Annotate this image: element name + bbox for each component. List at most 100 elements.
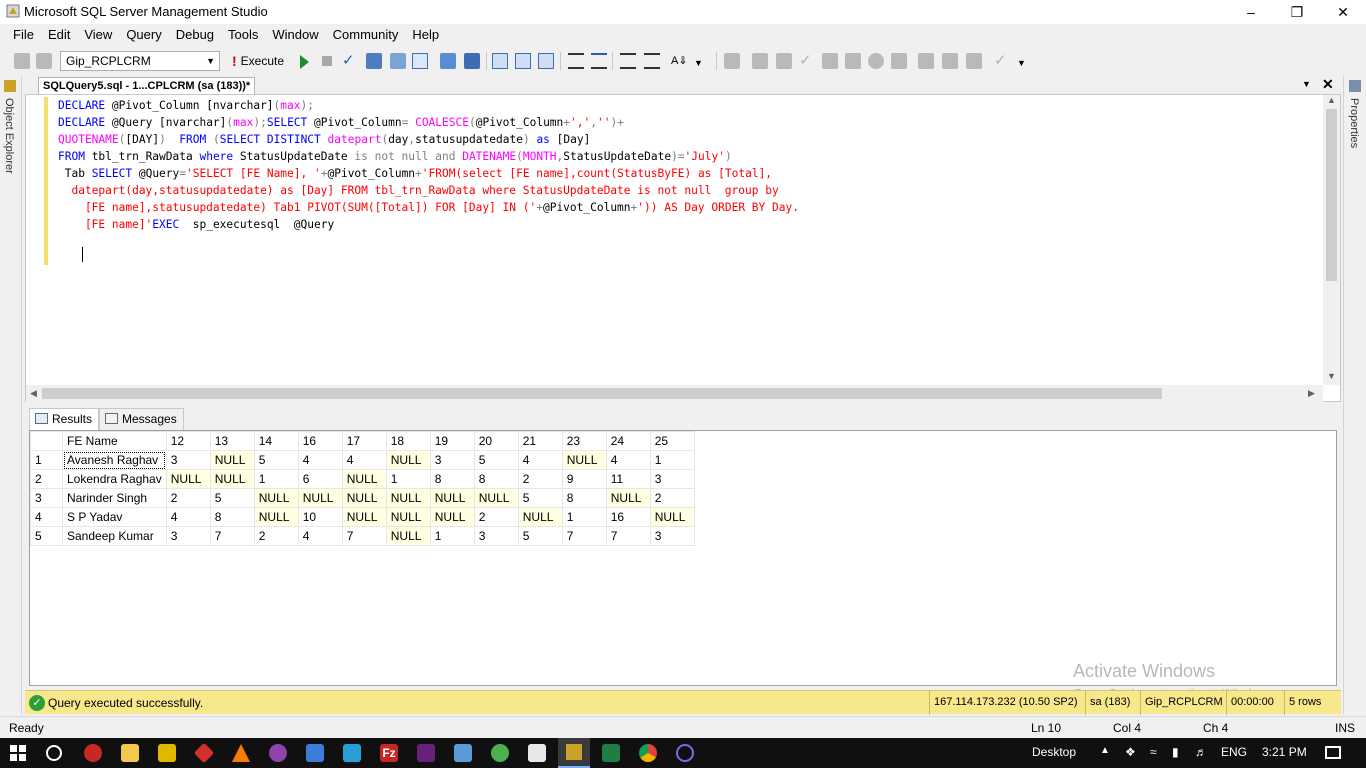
- app-record-icon[interactable]: [84, 744, 102, 762]
- day-value-cell[interactable]: 1: [561, 507, 607, 527]
- results-grid-area[interactable]: FE Name 12 13 14 16 17 18 19 20 21 23 24 25 1 Avanesh…: [29, 430, 1337, 686]
- debug-play-icon[interactable]: [300, 55, 309, 69]
- day-value-cell[interactable]: 2: [253, 526, 299, 546]
- day-value-cell[interactable]: NULL: [385, 507, 431, 527]
- dropbox-icon[interactable]: ❖: [1125, 745, 1136, 759]
- minimize-button[interactable]: –: [1228, 0, 1274, 24]
- menu-edit[interactable]: Edit: [41, 24, 77, 46]
- language-indicator[interactable]: ENG: [1221, 745, 1247, 759]
- day-value-cell[interactable]: 3: [649, 526, 695, 546]
- include-plan-icon[interactable]: [440, 53, 456, 69]
- day-value-cell[interactable]: NULL: [517, 507, 563, 527]
- day-value-cell[interactable]: 7: [209, 526, 255, 546]
- close-window-button[interactable]: ✕: [1320, 0, 1366, 24]
- grid-column-header[interactable]: 16: [297, 431, 343, 451]
- day-value-cell[interactable]: NULL: [385, 450, 431, 470]
- chrome-icon[interactable]: [639, 744, 657, 762]
- close-tab-icon[interactable]: ✕: [1322, 76, 1334, 93]
- grid-column-header[interactable]: 23: [561, 431, 607, 451]
- visual-studio-icon[interactable]: [417, 744, 435, 762]
- app-green-icon[interactable]: [491, 744, 509, 762]
- menu-view[interactable]: View: [77, 24, 119, 46]
- day-value-cell[interactable]: NULL: [253, 488, 299, 508]
- grid-column-header[interactable]: 12: [165, 431, 211, 451]
- app-red-icon[interactable]: [193, 742, 215, 764]
- clock[interactable]: 3:21 PM: [1262, 745, 1307, 759]
- day-value-cell[interactable]: NULL: [297, 488, 343, 508]
- day-value-cell[interactable]: 8: [429, 469, 475, 489]
- day-value-cell[interactable]: NULL: [209, 469, 255, 489]
- scroll-thumb[interactable]: [42, 388, 1162, 399]
- fe-name-cell[interactable]: Avanesh Raghav: [62, 450, 167, 470]
- grid-corner-header[interactable]: [30, 431, 63, 451]
- menu-tools[interactable]: Tools: [221, 24, 265, 46]
- row-number[interactable]: 2: [30, 469, 63, 489]
- day-value-cell[interactable]: NULL: [165, 469, 211, 489]
- day-value-cell[interactable]: 8: [561, 488, 607, 508]
- day-value-cell[interactable]: 1: [429, 526, 475, 546]
- day-value-cell[interactable]: 5: [209, 488, 255, 508]
- day-value-cell[interactable]: 4: [605, 450, 651, 470]
- database-select[interactable]: Gip_RCPLCRM ▼: [60, 51, 220, 71]
- desktop-toolbar-label[interactable]: Desktop: [1032, 745, 1076, 759]
- properties-label[interactable]: Properties: [1348, 98, 1360, 148]
- comment-icon[interactable]: [568, 53, 584, 69]
- volume-icon[interactable]: ♬: [1195, 745, 1207, 759]
- grid-column-header[interactable]: 14: [253, 431, 299, 451]
- day-value-cell[interactable]: 1: [253, 469, 299, 489]
- day-value-cell[interactable]: 5: [517, 488, 563, 508]
- estimated-plan-icon[interactable]: [366, 53, 382, 69]
- table-row[interactable]: 2 Lokendra Raghav NULL NULL 1 6 NULL 1 8 8 2 9 11 3: [30, 469, 695, 489]
- day-value-cell[interactable]: 5: [517, 526, 563, 546]
- day-value-cell[interactable]: 1: [385, 469, 431, 489]
- day-value-cell[interactable]: 8: [473, 469, 519, 489]
- row-number[interactable]: 3: [30, 488, 63, 508]
- intellisense-icon[interactable]: [390, 53, 406, 69]
- day-value-cell[interactable]: 2: [165, 488, 211, 508]
- day-value-cell[interactable]: NULL: [253, 507, 299, 527]
- table-row[interactable]: 3 Narinder Singh 2 5 NULL NULL NULL NULL NULL NUL…: [30, 488, 695, 508]
- scroll-thumb[interactable]: [1326, 109, 1337, 281]
- day-value-cell[interactable]: 3: [429, 450, 475, 470]
- row-number[interactable]: 4: [30, 507, 63, 527]
- grid-column-header[interactable]: 17: [341, 431, 387, 451]
- vlc-icon[interactable]: [232, 744, 250, 762]
- code-line[interactable]: [FE name]'EXEC sp_executesql @Query: [58, 216, 799, 233]
- code-line[interactable]: Tab SELECT @Query='SELECT [FE Name], ' +@…: [58, 165, 799, 182]
- day-value-cell[interactable]: 3: [165, 526, 211, 546]
- results-grid[interactable]: FE Name 12 13 14 16 17 18 19 20 21 23 24 25 1 Avanesh…: [30, 431, 695, 546]
- code-line[interactable]: FROM tbl_trn_RawData where StatusUpdateD…: [58, 148, 799, 165]
- fe-name-cell[interactable]: Sandeep Kumar: [62, 526, 167, 546]
- day-value-cell[interactable]: NULL: [649, 507, 695, 527]
- scroll-right-icon[interactable]: ▶: [1308, 388, 1315, 399]
- parse-check-icon[interactable]: ✓: [342, 51, 358, 69]
- menu-community[interactable]: Community: [326, 24, 406, 46]
- table-row[interactable]: 5 Sandeep Kumar 3 7 2 4 7 NULL 1 3 5 7 7 3: [30, 526, 695, 546]
- query-editor[interactable]: DECLARE @Pivot_Column [nvarchar](max); DE…: [25, 94, 1341, 402]
- row-number[interactable]: 5: [30, 526, 63, 546]
- code-line[interactable]: DECLARE @Query [nvarchar] (max);SELECT @P…: [58, 114, 799, 131]
- day-value-cell[interactable]: NULL: [385, 526, 431, 546]
- battery-icon[interactable]: ▮: [1172, 745, 1179, 759]
- day-value-cell[interactable]: NULL: [341, 469, 387, 489]
- app-infinity-icon[interactable]: [676, 744, 694, 762]
- object-explorer-strip[interactable]: Object Explorer: [0, 76, 22, 714]
- scroll-down-icon[interactable]: ▼: [1327, 371, 1336, 381]
- grid-column-header[interactable]: 21: [517, 431, 563, 451]
- grid-column-header[interactable]: 24: [605, 431, 651, 451]
- tab-messages[interactable]: Messages: [99, 408, 184, 430]
- client-stats-icon[interactable]: [464, 53, 480, 69]
- object-explorer-label[interactable]: Object Explorer: [3, 98, 15, 174]
- code-line[interactable]: datepart(day,statusupdatedate) as [Day] …: [58, 182, 799, 199]
- day-value-cell[interactable]: NULL: [429, 507, 475, 527]
- filezilla-icon[interactable]: Fz: [380, 744, 398, 762]
- app-colorful-icon[interactable]: [269, 744, 287, 762]
- table-row[interactable]: 4S P Yadav 4 8 NULL 10 NULL NULL NULL 2 NULL 1 16 NU…: [30, 507, 695, 527]
- grid-column-header[interactable]: 19: [429, 431, 475, 451]
- day-value-cell[interactable]: NULL: [385, 488, 431, 508]
- day-value-cell[interactable]: 11: [605, 469, 651, 489]
- sql-code[interactable]: DECLARE @Pivot_Column [nvarchar](max); DE…: [58, 97, 799, 233]
- ssms-taskbar-button[interactable]: [558, 738, 590, 768]
- code-line[interactable]: DECLARE @Pivot_Column [nvarchar](max);: [58, 97, 799, 114]
- day-value-cell[interactable]: 4: [517, 450, 563, 470]
